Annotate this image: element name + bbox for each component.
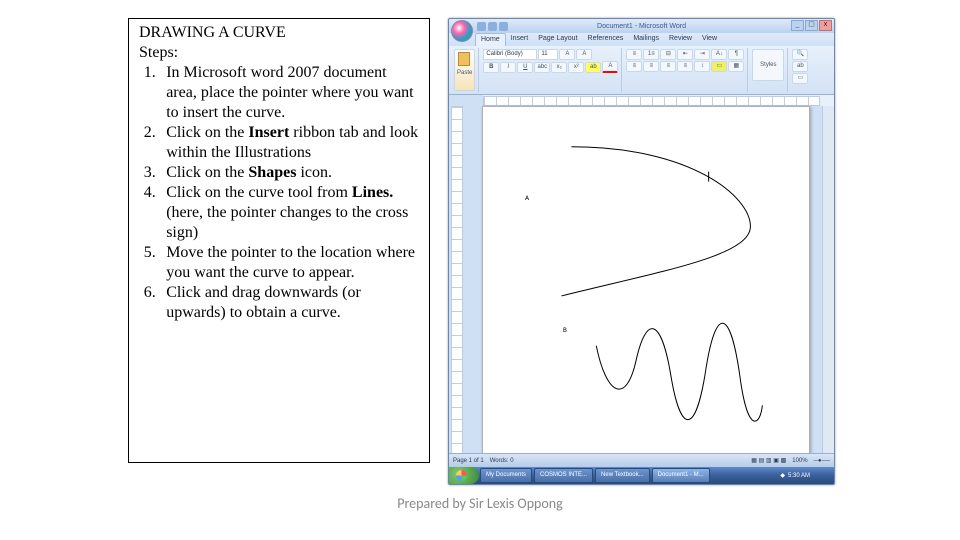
font-name-combo[interactable]: Calibri (Body) xyxy=(483,49,537,60)
align-left-icon[interactable]: ≡ xyxy=(626,61,642,72)
step-item: Click on the Insert ribbon tab and look … xyxy=(160,123,419,163)
vertical-ruler[interactable] xyxy=(451,106,463,466)
slide-footer: Prepared by Sir Lexis Oppong xyxy=(0,495,960,512)
status-bar: Page 1 of 1 Words: 0 ▦ ▤ ▥ ▣ ▩ 100% ─●── xyxy=(449,453,834,467)
bold-button[interactable]: B xyxy=(483,62,499,73)
clipboard-icon xyxy=(458,52,470,66)
tray-icon[interactable]: ◆ xyxy=(780,472,785,479)
indent-dec-icon[interactable]: ⇤ xyxy=(677,49,693,60)
clipboard-group: Paste xyxy=(451,48,479,92)
highlight-icon[interactable]: ab xyxy=(585,62,601,73)
tab-view[interactable]: View xyxy=(697,33,722,46)
label-a: A xyxy=(525,193,529,202)
tab-insert[interactable]: Insert xyxy=(506,33,534,46)
taskbar-item[interactable]: My Documents xyxy=(480,468,532,483)
view-buttons[interactable]: ▦ ▤ ▥ ▣ ▩ xyxy=(751,457,786,464)
tab-page-layout[interactable]: Page Layout xyxy=(533,33,582,46)
system-tray[interactable]: ◆ 5:30 AM xyxy=(780,472,814,479)
align-right-icon[interactable]: ≡ xyxy=(660,61,676,72)
subscript-button[interactable]: x₂ xyxy=(551,62,567,73)
shading-icon[interactable]: ▭ xyxy=(711,61,727,72)
ribbon-tabs: Home Insert Page Layout References Maili… xyxy=(449,33,834,46)
strike-button[interactable]: abc xyxy=(534,62,550,73)
start-button[interactable] xyxy=(449,467,479,484)
font-size-combo[interactable]: 11 xyxy=(538,49,558,60)
steps-list: In Microsoft word 2007 document area, pl… xyxy=(139,63,419,323)
step-item: In Microsoft word 2007 document area, pl… xyxy=(160,63,419,123)
document-area: A B xyxy=(449,106,834,466)
styles-gallery[interactable]: Styles xyxy=(752,49,784,81)
line-spacing-icon[interactable]: ↕ xyxy=(694,61,710,72)
word-window: Document1 - Microsoft Word _ ▢ x Home In… xyxy=(448,18,835,485)
horizontal-ruler-row xyxy=(449,95,834,106)
vertical-scrollbar[interactable] xyxy=(822,106,834,466)
horizontal-ruler[interactable] xyxy=(483,96,820,106)
show-marks-icon[interactable]: ¶ xyxy=(728,49,744,60)
paragraph-group: ≡ 1≡ ⊟ ⇤ ⇥ A↓ ¶ ≡ ≡ ≡ ≡ ↕ ▭ ▦ xyxy=(623,48,748,92)
zoom-level[interactable]: 100% xyxy=(792,458,807,464)
step-item: Click on the Shapes icon. xyxy=(160,163,419,183)
justify-icon[interactable]: ≡ xyxy=(677,61,693,72)
italic-button[interactable]: I xyxy=(500,62,516,73)
status-words: Words: 0 xyxy=(490,458,514,464)
document-page[interactable]: A B xyxy=(482,106,810,466)
sort-icon[interactable]: A↓ xyxy=(711,49,727,60)
multilevel-icon[interactable]: ⊟ xyxy=(660,49,676,60)
replace-button[interactable]: ab xyxy=(792,61,808,72)
windows-taskbar: My Documents COSMOS INTE... New Textbook… xyxy=(449,467,834,484)
tab-references[interactable]: References xyxy=(583,33,629,46)
tab-mailings[interactable]: Mailings xyxy=(628,33,664,46)
paste-button[interactable]: Paste xyxy=(454,49,475,91)
page-drawings xyxy=(483,107,809,465)
tab-home[interactable]: Home xyxy=(475,33,506,46)
step-item: Click and drag downwards (or upwards) to… xyxy=(160,283,419,323)
office-button[interactable] xyxy=(451,20,473,42)
maximize-button[interactable]: ▢ xyxy=(805,20,818,31)
step-item: Move the pointer to the location where y… xyxy=(160,243,419,283)
panel-title: DRAWING A CURVE xyxy=(139,23,419,43)
clock: 5:30 AM xyxy=(788,473,810,479)
taskbar-item[interactable]: New Textbook... xyxy=(595,468,650,483)
status-page: Page 1 of 1 xyxy=(453,458,484,464)
minimize-button[interactable]: _ xyxy=(791,20,804,31)
window-title: Document1 - Microsoft Word xyxy=(449,23,834,30)
taskbar-item[interactable]: Document1 - M... xyxy=(652,468,710,483)
underline-button[interactable]: U xyxy=(517,62,533,73)
title-bar[interactable]: Document1 - Microsoft Word _ ▢ x xyxy=(449,19,834,33)
taskbar-item[interactable]: COSMOS INTE... xyxy=(534,468,593,483)
instruction-panel: DRAWING A CURVE Steps: In Microsoft word… xyxy=(128,18,430,463)
editing-group: 🔍 ab ▭ xyxy=(789,48,811,92)
steps-label: Steps: xyxy=(139,43,419,63)
bullets-icon[interactable]: ≡ xyxy=(626,49,642,60)
tab-review[interactable]: Review xyxy=(664,33,697,46)
font-color-icon[interactable]: A xyxy=(602,61,618,73)
select-button[interactable]: ▭ xyxy=(792,73,808,84)
zoom-slider[interactable]: ─●── xyxy=(814,458,830,464)
borders-icon[interactable]: ▦ xyxy=(728,61,744,72)
grow-font-icon[interactable]: A xyxy=(559,49,575,60)
find-button[interactable]: 🔍 xyxy=(792,49,808,60)
indent-inc-icon[interactable]: ⇥ xyxy=(694,49,710,60)
numbering-icon[interactable]: 1≡ xyxy=(643,49,659,60)
styles-group: Styles xyxy=(749,48,788,92)
align-center-icon[interactable]: ≡ xyxy=(643,61,659,72)
ribbon: Paste Calibri (Body) 11 A A B I U abc x₂… xyxy=(449,46,834,95)
label-b: B xyxy=(563,325,567,334)
font-group: Calibri (Body) 11 A A B I U abc x₂ x² ab… xyxy=(480,48,622,92)
superscript-button[interactable]: x² xyxy=(568,62,584,73)
step-item: Click on the curve tool from Lines. (her… xyxy=(160,183,419,243)
close-button[interactable]: x xyxy=(819,20,832,31)
shrink-font-icon[interactable]: A xyxy=(576,49,592,60)
